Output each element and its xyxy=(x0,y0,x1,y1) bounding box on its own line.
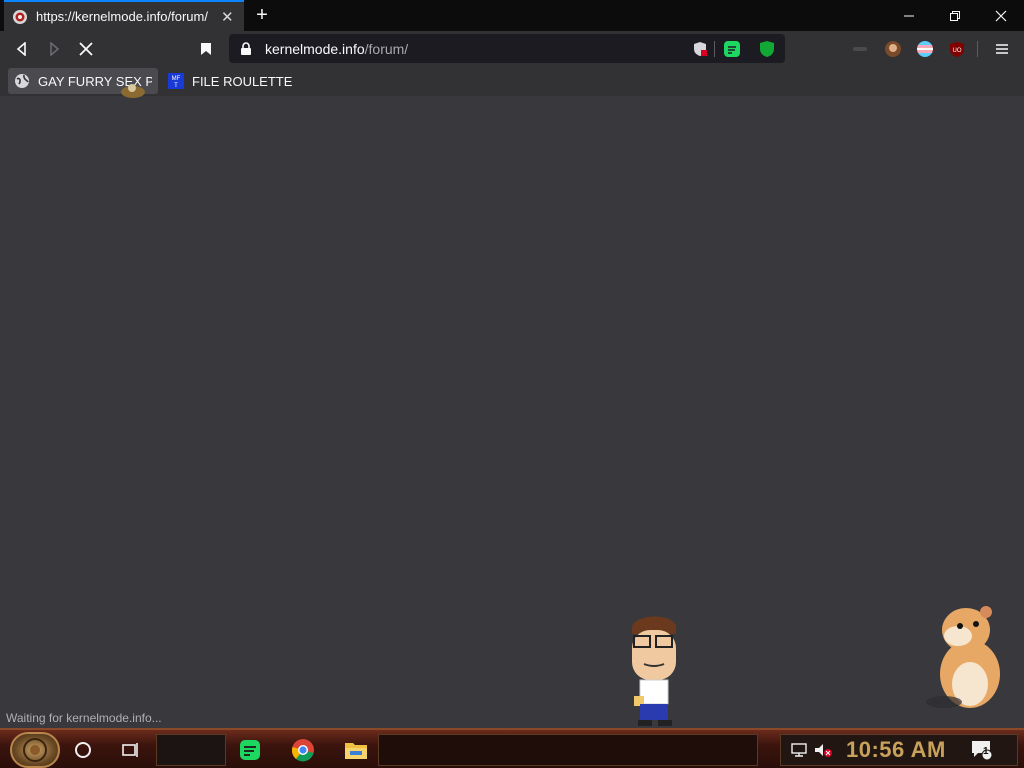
avatar-extension-button[interactable] xyxy=(879,35,907,63)
spotify-extension-icon[interactable] xyxy=(723,40,741,58)
taskbar-clock[interactable]: 10:56 AM xyxy=(846,737,946,763)
url-text[interactable]: kernelmode.info/forum/ xyxy=(265,41,408,57)
spotify-icon xyxy=(240,740,260,760)
file-explorer-taskbar-button[interactable] xyxy=(344,738,368,762)
minimize-icon xyxy=(904,15,914,16)
desktop-pet-mascot xyxy=(121,84,145,98)
start-orb-icon xyxy=(23,738,47,762)
tab-strip: https://kernelmode.info/forum/ ✕ + xyxy=(0,0,1024,31)
spotify-taskbar-button[interactable] xyxy=(238,738,262,762)
close-tab-icon[interactable]: ✕ xyxy=(219,8,236,26)
task-view-icon xyxy=(122,743,138,757)
svg-text:MF: MF xyxy=(172,76,181,82)
close-icon xyxy=(995,10,1007,21)
action-center-button[interactable]: 1 xyxy=(970,738,994,762)
flag-extension-button[interactable] xyxy=(911,35,939,63)
close-window-button[interactable] xyxy=(978,0,1024,31)
taskbar-panel-main xyxy=(378,734,758,766)
volume-muted-icon xyxy=(815,744,832,757)
status-bar: Waiting for kernelmode.info... xyxy=(0,708,168,728)
back-button[interactable] xyxy=(8,35,36,63)
taskbar-panel-left xyxy=(156,734,226,766)
taskbar: 10:56 AM 1 xyxy=(0,728,1024,768)
chrome-icon xyxy=(291,739,314,762)
navigation-toolbar: kernelmode.info/forum/ UO xyxy=(0,31,1024,66)
forward-icon xyxy=(50,42,60,56)
menu-button[interactable] xyxy=(988,35,1016,63)
bookmark-page-button[interactable] xyxy=(192,35,220,63)
svg-text:UO: UO xyxy=(953,48,962,54)
stop-icon xyxy=(79,42,93,56)
extension-dim-button[interactable] xyxy=(846,35,874,63)
cortana-button[interactable] xyxy=(71,738,95,762)
notification-icon xyxy=(972,741,993,761)
minimize-button[interactable] xyxy=(886,0,932,31)
tracking-protection-icon[interactable] xyxy=(691,40,709,58)
shield-extension-icon[interactable] xyxy=(758,40,776,58)
network-icon xyxy=(791,743,807,757)
globe-icon xyxy=(15,74,29,88)
back-icon xyxy=(16,42,26,56)
ublock-extension-button[interactable]: UO xyxy=(943,35,971,63)
bookmark-icon xyxy=(201,43,211,55)
chrome-taskbar-button[interactable] xyxy=(291,738,315,762)
tab-kernelmode[interactable]: https://kernelmode.info/forum/ ✕ xyxy=(4,0,244,31)
lock-icon xyxy=(241,41,251,55)
restore-icon xyxy=(950,10,960,21)
ublock-icon: UO xyxy=(950,42,964,57)
svg-text:T: T xyxy=(174,83,178,89)
flag-icon xyxy=(917,41,933,57)
page-content xyxy=(0,84,1024,728)
avatar-icon xyxy=(885,41,901,57)
cartoon-character-sticker xyxy=(632,616,676,726)
task-view-button[interactable] xyxy=(118,738,142,762)
file-explorer-icon xyxy=(345,743,367,759)
tab-title: https://kernelmode.info/forum/ xyxy=(36,9,208,24)
extension-dim-icon xyxy=(853,47,867,51)
stop-button[interactable] xyxy=(72,35,100,63)
hamburger-menu-icon xyxy=(996,44,1008,54)
mft-icon: MFT xyxy=(168,73,184,89)
bookmark-label: FILE ROULETTE xyxy=(192,73,293,89)
hamster-sticker xyxy=(926,606,1000,708)
volume-button[interactable] xyxy=(811,738,835,762)
bookmarks-toolbar: GAY FURRY SEX P... MF T FILE ROULETTE xyxy=(0,66,1024,96)
start-button[interactable] xyxy=(10,732,60,768)
url-bar[interactable]: kernelmode.info/forum/ xyxy=(229,34,785,63)
new-tab-button[interactable]: + xyxy=(250,4,274,26)
network-button[interactable] xyxy=(787,738,811,762)
bookmark-item-2[interactable]: MF T FILE ROULETTE xyxy=(162,68,302,94)
cortana-icon xyxy=(75,742,91,758)
site-icon xyxy=(13,9,27,24)
forward-button[interactable] xyxy=(40,35,68,63)
restore-button[interactable] xyxy=(932,0,978,31)
notification-count: 1 xyxy=(983,746,989,757)
